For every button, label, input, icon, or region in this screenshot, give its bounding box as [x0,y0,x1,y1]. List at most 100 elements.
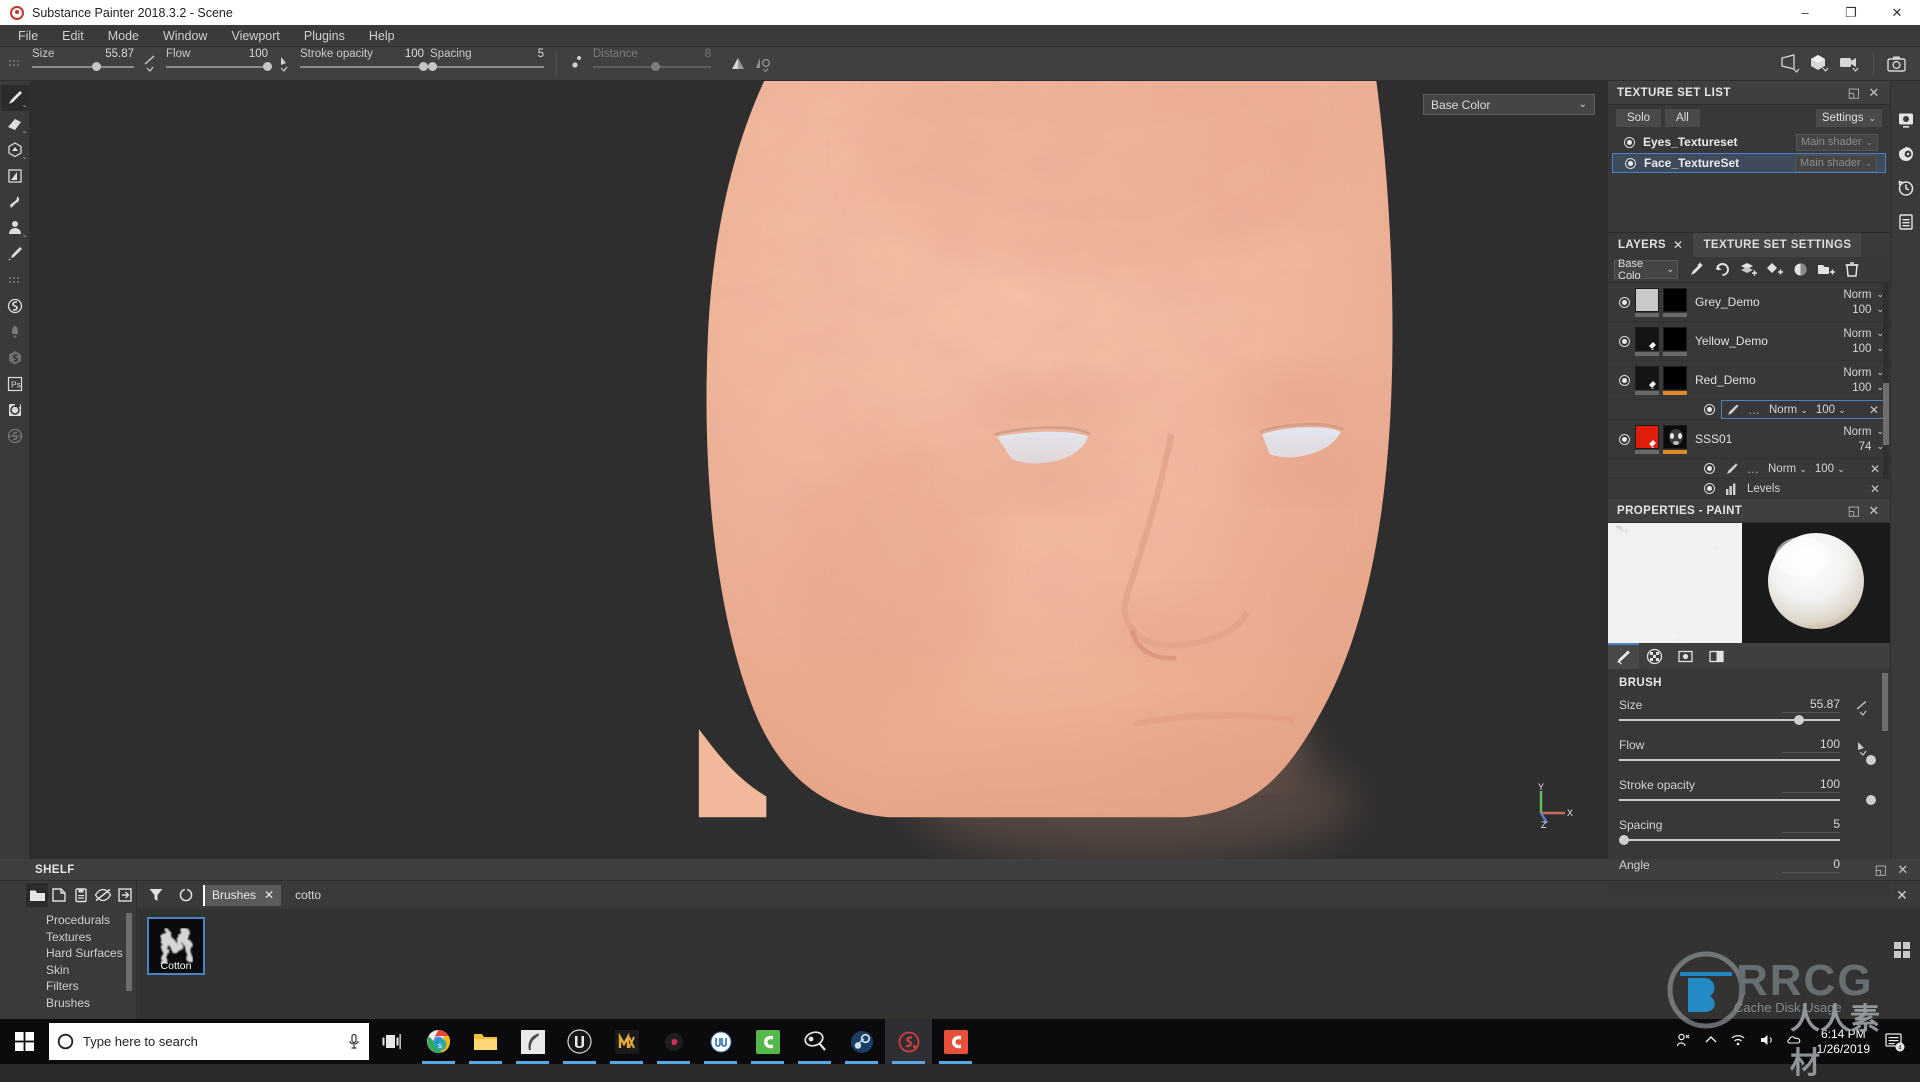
microphone-icon[interactable] [347,1033,361,1050]
visibility-radio-icon[interactable] [1625,158,1636,169]
stencil-tab-icon[interactable] [1670,643,1701,669]
size-jitter-icon[interactable] [1850,699,1876,719]
effect-remove-icon[interactable]: ✕ [1870,482,1880,496]
close-icon[interactable]: ✕ [1864,503,1884,519]
material-tab-icon[interactable] [1701,643,1732,669]
layer-mask-wrap[interactable] [1663,366,1687,395]
effect-remove-icon[interactable]: ✕ [1869,403,1879,417]
history-icon[interactable] [1893,171,1919,205]
brush-spacing-property[interactable]: Spacing 5 [1619,817,1876,849]
toolbar-spacing-param[interactable]: Spacing 5 [428,47,548,81]
material-sphere-preview[interactable] [1742,523,1890,643]
close-icon[interactable]: ✕ [1864,85,1884,101]
layer-thumbnail[interactable] [1635,288,1659,312]
camera-view-icon[interactable] [1835,47,1865,81]
layer-thumbnail-wrap[interactable] [1635,425,1659,454]
grid-view-icon[interactable] [1894,942,1910,958]
photoshop-bridge-tool[interactable]: Ps [1,371,29,397]
layer-list[interactable]: Grey_Demo Norm⌄ 100⌄ [1608,283,1890,499]
brush-flow-property[interactable]: Flow 100 [1619,737,1876,769]
layer-visibility-toggle[interactable] [1613,434,1635,445]
brush-angle-property[interactable]: Angle 0 [1619,857,1876,889]
layer-mask-thumbnail[interactable] [1663,425,1687,449]
smudge-tool[interactable] [1,189,29,215]
bake-tool[interactable] [1,397,29,423]
layer-thumbnail[interactable] [1635,366,1659,390]
layer-opacity[interactable]: 74⌄ [1859,441,1884,453]
eraser-tool[interactable]: ⌄ [1,111,29,137]
texture-set-row-eyes[interactable]: Eyes_Textureset Main shader ⌄ [1612,132,1886,152]
toolbar-size-param[interactable]: Size 55.87 [30,47,138,81]
substance-material-tool[interactable] [1,345,29,371]
taskbar-marmoset-icon[interactable] [603,1019,650,1064]
shader-dropdown[interactable]: Main shader ⌄ [1795,155,1877,172]
effect-visibility-toggle[interactable] [1704,483,1715,494]
taskbar-zbrush-icon[interactable] [509,1019,556,1064]
layer-mask-wrap[interactable] [1663,288,1687,317]
texture-set-settings-button[interactable]: Settings ⌄ [1816,109,1882,127]
symmetry-settings-icon[interactable] [751,47,777,81]
shelf-category-filters[interactable]: Filters [46,978,136,995]
shelf-category-textures[interactable]: Textures [46,929,136,946]
color-picker-tool[interactable] [1,241,29,267]
refresh-icon[interactable] [173,883,199,907]
close-button[interactable]: ✕ [1874,0,1920,25]
layer-blend-mode[interactable]: Norm⌄ [1843,328,1884,340]
volume-icon[interactable] [1753,1033,1781,1050]
effect-blend-mode[interactable]: Norm ⌄ [1768,463,1807,475]
shelf-filter-chip[interactable]: Brushes ✕ [203,885,281,906]
layer-opacity[interactable]: 100⌄ [1852,382,1884,394]
alpha-tab-icon[interactable] [1639,643,1670,669]
minimize-button[interactable]: – [1782,0,1828,25]
layer-thumbnail[interactable] [1635,425,1659,449]
layer-mask-thumbnail[interactable] [1663,288,1687,312]
solo-button[interactable]: Solo [1616,109,1661,127]
menu-plugins[interactable]: Plugins [292,25,357,47]
add-mask-icon[interactable] [1788,258,1812,282]
layer-mask-wrap[interactable] [1663,425,1687,454]
smart-mask-icon[interactable] [1710,258,1734,282]
brush-size-value[interactable]: 55.87 [1782,697,1840,713]
toolbar-stroke-opacity-param[interactable]: Stroke opacity 100 [298,47,428,81]
layer-list-scrollbar[interactable] [1883,283,1889,478]
show-hidden-icons-chevron[interactable] [1697,1033,1725,1050]
alpha-preview[interactable] [1608,523,1742,643]
layer-blend-mode[interactable]: Norm⌄ [1843,367,1884,379]
mask-effect-row-levels[interactable]: Levels ✕ [1608,479,1890,499]
taskbar-chrome-icon[interactable]: s [415,1019,462,1064]
smart-material-icon[interactable] [1684,258,1708,282]
layer-row-grey-demo[interactable]: Grey_Demo Norm⌄ 100⌄ [1608,283,1890,322]
particle-tool[interactable] [1,319,29,345]
new-document-icon[interactable] [48,883,70,907]
taskbar-clock[interactable]: 6:14 PM 1/26/2019 [1809,1027,1878,1057]
shelf-asset-grid[interactable]: Cotton [137,909,1920,1019]
effect-visibility-toggle[interactable] [1704,404,1715,415]
menu-window[interactable]: Window [151,25,219,47]
layer-visibility-toggle[interactable] [1613,297,1635,308]
clone-stamp-tool[interactable]: ⌄ [1,215,29,241]
log-icon[interactable] [1893,205,1919,239]
layer-channel-dropdown[interactable]: Base Colo ⌄ [1614,260,1678,279]
people-icon[interactable] [1669,1032,1697,1051]
layer-blend-mode[interactable]: Norm⌄ [1843,289,1884,301]
all-button[interactable]: All [1665,109,1700,127]
stroke-dots-icon[interactable] [565,47,591,81]
taskbar-camtasia-icon[interactable] [744,1019,791,1064]
save-icon[interactable] [70,883,92,907]
toolbar-drag-handle[interactable] [0,47,30,81]
network-icon[interactable] [1725,1033,1753,1050]
layer-mask-wrap[interactable] [1663,327,1687,356]
menu-viewport[interactable]: Viewport [219,25,291,47]
hide-icon[interactable] [92,883,114,907]
channel-selector-dropdown[interactable]: Base Color ⌄ [1423,94,1595,115]
visibility-radio-icon[interactable] [1624,137,1635,148]
taskbar-unreal-engine-icon[interactable] [556,1019,603,1064]
windows-start-icon[interactable] [0,1019,48,1064]
effect-blend-mode[interactable]: Norm ⌄ [1769,404,1808,416]
shelf-asset-cotton[interactable]: Cotton [147,917,205,975]
projection-tool[interactable]: ⌄ [1,137,29,163]
brush-stroke-opacity-value[interactable]: 100 [1782,777,1840,793]
polygon-fill-tool[interactable] [1,163,29,189]
menu-file[interactable]: File [6,25,50,47]
brush-tab-icon[interactable] [1608,643,1639,669]
